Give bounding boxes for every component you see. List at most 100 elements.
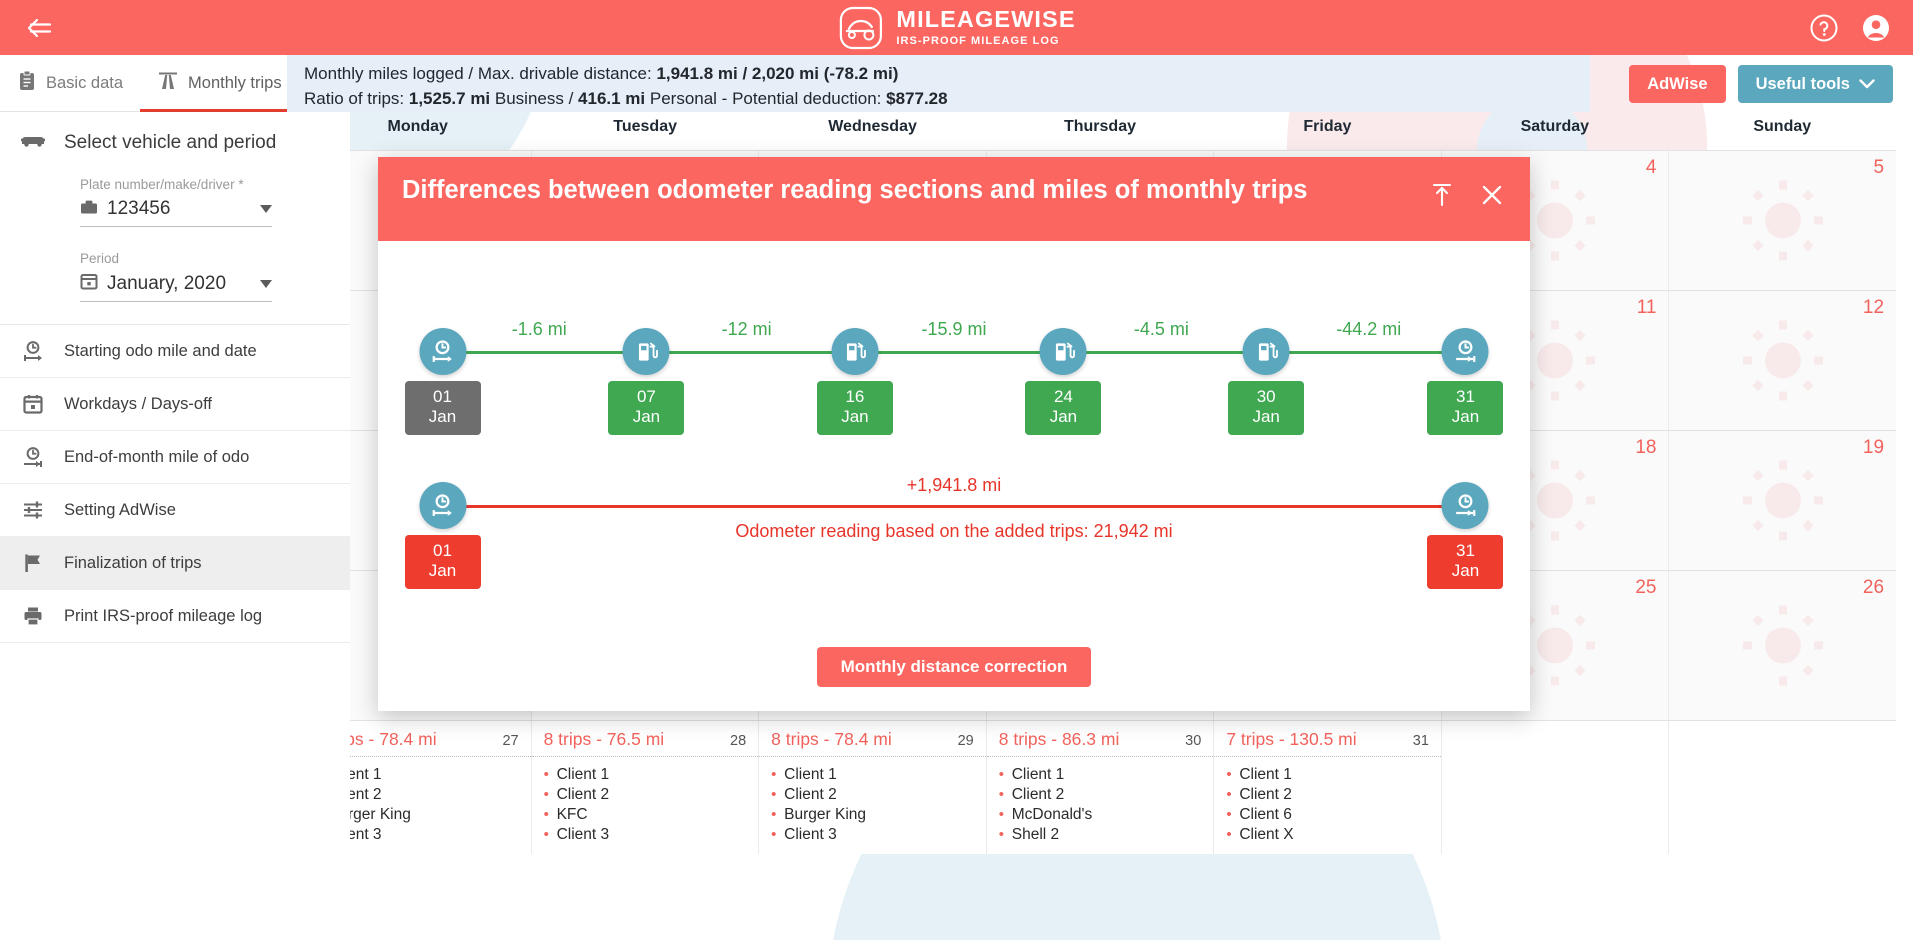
- plate-number-field[interactable]: Plate number/make/driver * 123456: [0, 177, 350, 227]
- sidebar-item-setting-adwise[interactable]: Setting AdWise: [0, 484, 350, 537]
- calendar-cell-weekend[interactable]: 5: [1669, 151, 1897, 290]
- sun-icon: [1740, 178, 1826, 269]
- weekday-header: Sunday: [1753, 118, 1812, 135]
- timeline-date-chip[interactable]: 30 Jan: [1228, 381, 1305, 436]
- calendar-cell[interactable]: 8 trips - 76.5 mi 28 Client 1 Client 2 K…: [531, 721, 760, 854]
- dialog-body: -1.6 mi -12 mi -15.9 mi -4.5 mi -44.2 mi: [378, 241, 1530, 711]
- briefcase-icon: [80, 199, 98, 220]
- sidebar-item-end-of-month-mile-of-odo[interactable]: End-of-month mile of odo: [0, 431, 350, 484]
- calendar-day-number: 5: [1873, 157, 1885, 178]
- useful-tools-button-label: Useful tools: [1755, 74, 1850, 93]
- question-circle-icon[interactable]: [1809, 13, 1839, 43]
- monthly-distance-correction-label: Monthly distance correction: [840, 657, 1068, 676]
- logo-title: MILEAGEWISE: [896, 6, 1076, 33]
- timeline-date-chip[interactable]: 16 Jan: [816, 381, 893, 436]
- chip-month: Jan: [1049, 407, 1078, 427]
- trip-summary: 8 trips - 76.5 mi: [543, 729, 665, 749]
- timeline-node-odometer-end[interactable]: [1441, 328, 1489, 375]
- sidebar-item-workdays-days-off[interactable]: Workdays / Days-off: [0, 378, 350, 431]
- calendar-day-number: 26: [1862, 577, 1885, 598]
- calendar-cell[interactable]: 8 trips - 78.4 mi 29 Client 1 Client 2 B…: [759, 721, 987, 854]
- calendar-week-row: 8 trips - 78.4 mi 27 Client 1 Client 2 B…: [304, 720, 1897, 854]
- calendar-cell[interactable]: 7 trips - 130.5 mi 31 Client 1 Client 2 …: [1214, 721, 1442, 854]
- calendar-day-number: 25: [1635, 577, 1657, 598]
- collapse-left-icon[interactable]: [22, 11, 56, 45]
- timeline-date-chip[interactable]: 01 Jan: [404, 381, 481, 436]
- sun-icon: [1740, 603, 1826, 694]
- calendar-day-number: 18: [1635, 437, 1657, 458]
- chevron-down-icon[interactable]: [260, 205, 272, 213]
- timeline-date-chip[interactable]: 31 Jan: [1427, 535, 1504, 590]
- pin-top-icon[interactable]: [1428, 181, 1456, 209]
- chip-day: 24: [1053, 387, 1073, 406]
- car-icon: [20, 130, 46, 155]
- sliders-icon: [20, 499, 46, 521]
- chip-month: Jan: [1252, 407, 1280, 427]
- red-segment-label: +1,941.8 mi: [906, 475, 1002, 495]
- sidebar-section-title: Select vehicle and period: [64, 131, 277, 153]
- list-item: Client 2: [771, 785, 974, 805]
- list-item: Burger King: [771, 805, 974, 825]
- timeline-node-fuel[interactable]: [1242, 328, 1290, 375]
- weekday-header: Friday: [1303, 118, 1352, 135]
- timeline-date-chip[interactable]: 01 Jan: [404, 535, 481, 590]
- calendar-header-row: Monday Tuesday Wednesday Thursday Friday…: [304, 118, 1896, 150]
- top-bar: MILEAGEWISE IRS-PROOF MILEAGE LOG: [0, 0, 1913, 55]
- sidebar-item-finalization-of-trips[interactable]: Finalization of trips: [0, 537, 350, 590]
- trip-summary: 8 trips - 78.4 mi: [771, 729, 892, 749]
- sidebar-item-label: Starting odo mile and date: [64, 341, 257, 360]
- sidebar: Select vehicle and period Plate number/m…: [0, 112, 350, 940]
- printer-icon: [20, 605, 46, 627]
- plate-number-value: 123456: [107, 198, 171, 219]
- odometer-end-icon: [20, 445, 46, 469]
- adwise-button[interactable]: AdWise: [1629, 65, 1726, 103]
- tab-monthly-trips[interactable]: Monthly trips: [140, 55, 299, 112]
- period-value: January, 2020: [107, 272, 227, 294]
- monthly-distance-correction-button[interactable]: Monthly distance correction: [816, 647, 1092, 687]
- clipboard-icon: [17, 70, 37, 97]
- calendar-cell-header: 8 trips - 78.4 mi 29: [759, 721, 986, 757]
- calendar-cell-weekend[interactable]: [1669, 721, 1897, 854]
- chip-month: Jan: [428, 561, 457, 581]
- calendar-cell-weekend[interactable]: 26: [1669, 571, 1897, 720]
- trip-list: Client 1 Client 2 McDonald's Shell 2: [987, 757, 1214, 854]
- calendar-cell-weekend[interactable]: 19: [1669, 431, 1897, 570]
- sidebar-item-select-vehicle-and-period[interactable]: Select vehicle and period: [0, 112, 350, 171]
- sidebar-item-label: End-of-month mile of odo: [64, 447, 250, 466]
- list-item: KFC: [544, 805, 747, 825]
- chevron-down-icon[interactable]: [260, 279, 272, 288]
- trip-summary: 7 trips - 130.5 mi: [1226, 729, 1357, 749]
- timeline-node-fuel[interactable]: [831, 328, 879, 375]
- plate-number-label: Plate number/make/driver *: [80, 177, 244, 192]
- calendar-icon: [20, 393, 46, 415]
- app-logo[interactable]: MILEAGEWISE IRS-PROOF MILEAGE LOG: [837, 5, 1075, 51]
- account-circle-icon[interactable]: [1861, 13, 1891, 43]
- chip-month: Jan: [428, 407, 457, 427]
- timeline-node-fuel[interactable]: [1039, 328, 1087, 375]
- weekday-header: Thursday: [1063, 118, 1136, 135]
- sidebar-item-print-irs-proof-mileage-log[interactable]: Print IRS-proof mileage log: [0, 590, 350, 643]
- tab-basic-data[interactable]: Basic data: [0, 55, 140, 112]
- timeline-date-chip[interactable]: 31 Jan: [1427, 381, 1504, 436]
- dialog-header-actions: [1428, 181, 1506, 209]
- sidebar-item-label: Finalization of trips: [64, 553, 202, 572]
- weekday-header: Wednesday: [828, 118, 917, 135]
- calendar-cell[interactable]: 8 trips - 86.3 mi 30 Client 1 Client 2 M…: [986, 721, 1215, 854]
- list-item: Client 2: [1226, 785, 1429, 805]
- calendar-icon: [80, 272, 98, 295]
- calendar-cell-weekend[interactable]: 12: [1669, 291, 1897, 430]
- timeline-node-fuel[interactable]: [622, 328, 670, 375]
- close-icon[interactable]: [1478, 181, 1506, 209]
- useful-tools-button[interactable]: Useful tools: [1737, 65, 1893, 103]
- timeline-date-chip[interactable]: 07 Jan: [608, 381, 685, 436]
- sidebar-item-starting-odo-mile-and-date[interactable]: Starting odo mile and date: [0, 325, 350, 378]
- calendar-cell-weekend[interactable]: [1441, 721, 1670, 854]
- timeline-node-odometer-start[interactable]: [419, 328, 466, 375]
- timeline-node-odometer-start[interactable]: [419, 482, 466, 529]
- timeline-node-odometer-end[interactable]: [1441, 482, 1489, 529]
- period-field[interactable]: Period January, 2020: [0, 251, 350, 302]
- trip-list: Client 1 Client 2 Client 6 Client X: [1214, 757, 1441, 854]
- timeline-date-chip[interactable]: 24 Jan: [1025, 381, 1102, 436]
- list-item: Client X: [1226, 825, 1429, 845]
- trip-summary: 8 trips - 86.3 mi: [998, 729, 1120, 749]
